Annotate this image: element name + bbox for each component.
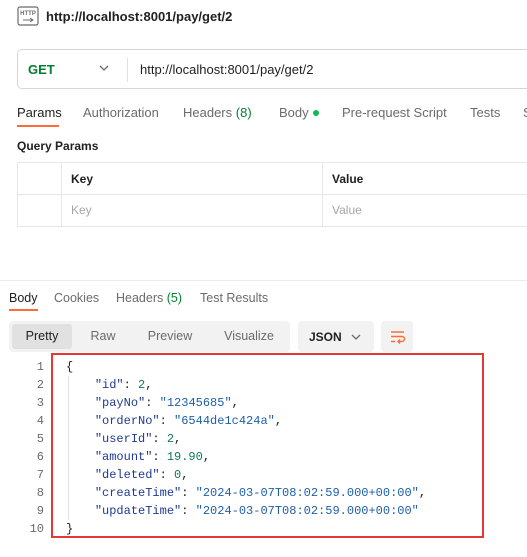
method-select[interactable]: GET [28,62,55,77]
chevron-down-icon [351,334,361,340]
response-tab-headers-label: Headers [116,291,164,305]
headers-count: (8) [235,105,252,120]
line-number: 9 [36,504,44,518]
table-column-divider [61,162,62,227]
wrap-lines-icon [391,331,406,344]
chevron-down-icon[interactable] [99,64,109,72]
line-number: 10 [29,522,44,536]
line-number: 1 [36,360,44,374]
tab-body-label: Body [279,105,309,120]
column-header-key: Key [71,172,94,186]
divider [127,58,128,82]
param-key-input[interactable]: Key [71,203,92,217]
view-preview-button[interactable]: Preview [134,324,206,349]
http-request-icon: HTTP [17,6,39,26]
active-tab-indicator [17,125,59,127]
tab-headers-label: Headers [183,105,233,120]
line-number: 4 [36,414,44,428]
response-tab-test-results[interactable]: Test Results [200,291,268,305]
tab-authorization[interactable]: Authorization [83,105,159,120]
table-column-divider [322,162,323,227]
view-pretty-button[interactable]: Pretty [12,324,72,349]
tab-tests[interactable]: Tests [470,105,500,120]
tab-prerequest-script[interactable]: Pre-request Script [342,105,447,120]
tab-body[interactable]: Body [279,105,319,120]
tab-headers[interactable]: Headers (8) [183,105,252,120]
active-tab-indicator [9,309,38,311]
line-number: 8 [36,486,44,500]
request-title: http://localhost:8001/pay/get/2 [46,9,233,24]
highlight-box [51,353,484,538]
table-divider [17,194,527,195]
response-divider [0,280,527,281]
response-headers-count: (5) [166,291,183,305]
body-indicator-dot [312,109,319,116]
url-input[interactable]: http://localhost:8001/pay/get/2 [140,62,313,77]
line-number: 3 [36,396,44,410]
response-tab-body[interactable]: Body [9,291,38,305]
line-number: 5 [36,432,44,446]
query-params-title: Query Params [17,139,99,153]
response-tab-cookies[interactable]: Cookies [54,291,99,305]
column-header-value: Value [332,172,364,186]
line-number: 7 [36,468,44,482]
view-raw-button[interactable]: Raw [76,324,130,349]
view-visualize-button[interactable]: Visualize [210,324,288,349]
response-tab-headers[interactable]: Headers (5) [116,291,182,305]
param-value-input[interactable]: Value [332,203,362,217]
svg-text:HTTP: HTTP [20,11,36,17]
line-number: 2 [36,378,44,392]
line-number: 6 [36,450,44,464]
tab-settings[interactable]: S [523,105,527,120]
format-label: JSON [309,330,342,344]
tab-params[interactable]: Params [17,105,62,120]
